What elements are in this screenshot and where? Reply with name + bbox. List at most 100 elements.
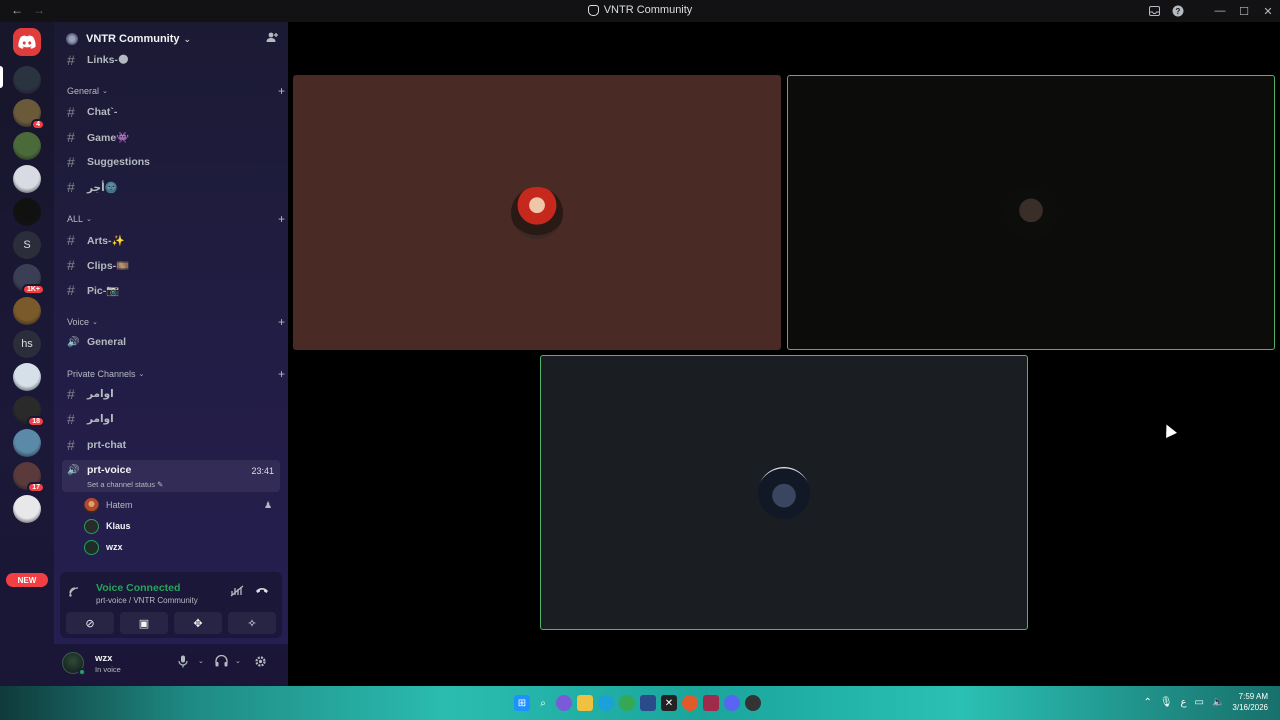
add-channel-icon[interactable]: + [278,315,285,329]
server-icon[interactable] [13,66,41,94]
window-title-group: VNTR Community [587,4,692,16]
maximize-button[interactable]: ☐ [1232,0,1256,22]
server-icon[interactable] [13,165,41,193]
channel-ajr[interactable]: # أجر🌚 [62,176,280,198]
chevron-down-icon[interactable]: ⌄ [235,657,241,665]
edge-icon[interactable] [598,695,614,711]
server-icon[interactable]: 4 [13,99,45,130]
avatar [84,539,99,555]
category-label: General [67,86,100,96]
channel-game[interactable]: # Game👾 [62,126,280,148]
channel-suggestions[interactable]: # Suggestions [62,151,280,173]
set-channel-status[interactable]: Set a channel status ✎ [87,480,163,489]
server-icon[interactable]: 17 [13,462,45,493]
add-channel-icon[interactable]: + [278,367,285,381]
channel-name: Chat`- [87,106,118,118]
close-button[interactable]: ✕ [1256,0,1280,22]
voice-channel-prt-voice[interactable]: 🔊 prt-voice 23:41 Set a channel status ✎ [62,460,280,492]
chevron-down-icon: ⌄ [92,319,98,326]
server-icon[interactable] [13,198,41,226]
server-icon[interactable] [13,297,41,325]
add-member-icon[interactable] [266,32,278,46]
user-name: Klaus [106,521,131,531]
app-icon[interactable] [703,695,719,711]
category-private[interactable]: Private Channels ⌄ + [67,367,285,381]
voice-channel-general[interactable]: 🔊 General [62,331,280,353]
server-icon[interactable] [13,132,41,160]
avatar [84,497,99,513]
signal-icon[interactable] [68,586,80,601]
forward-arrow-icon[interactable]: → [32,3,46,17]
headset-icon[interactable] [215,654,228,670]
app-icon[interactable] [745,695,761,711]
activities-button[interactable]: ✥ [174,612,222,634]
file-explorer-icon[interactable] [577,695,593,711]
participant-avatar [1005,186,1057,239]
discord-taskbar-icon[interactable] [724,695,740,711]
inbox-icon[interactable] [1142,0,1166,22]
channel-name: prt-chat [87,439,127,451]
category-label: Private Channels [67,369,136,379]
app-icon[interactable]: ✕ [661,695,677,711]
category-general[interactable]: General ⌄ + [67,84,285,98]
participant-tile-speaking[interactable] [787,75,1275,350]
hash-icon: # [67,179,75,195]
voice-user-klaus[interactable]: Klaus [84,517,131,535]
server-icon[interactable]: S [13,231,41,259]
server-icon[interactable] [13,429,41,457]
server-icon[interactable]: 18 [13,396,45,427]
microphone-icon[interactable] [178,655,188,671]
screen-share-button[interactable]: ▣ [120,612,168,634]
chevron-down-icon[interactable]: ⌄ [198,657,204,665]
voice-connected-subtitle[interactable]: prt-voice / VNTR Community [96,596,198,605]
channel-sidebar: VNTR Community ⌄ # Links-🌑 General ⌄ + #… [54,22,288,686]
voice-user-wzx[interactable]: wzx [84,538,123,556]
server-icon[interactable] [13,495,41,523]
server-icon[interactable]: hs [13,330,41,358]
clock[interactable]: 7:59 AM 3/16/2026 [1232,691,1268,713]
channel-awamer-2[interactable]: # اوامر [62,408,280,430]
user-name[interactable]: wzx [95,653,112,664]
add-channel-icon[interactable]: + [278,212,285,226]
search-icon[interactable]: ⌕ [535,695,551,711]
network-icon[interactable]: ▭ [1195,697,1204,708]
firefox-icon[interactable] [682,695,698,711]
voice-user-hatem[interactable]: Hatem ♟ [84,496,272,514]
server-icon[interactable] [13,363,41,391]
chrome-icon[interactable] [619,695,635,711]
discord-home-icon[interactable] [13,28,41,56]
noise-suppression-icon[interactable] [230,585,244,600]
voice-connected-title[interactable]: Voice Connected [96,582,180,594]
channel-name: أجر🌚 [87,181,118,194]
channel-pic[interactable]: # Pic-📷 [62,279,280,301]
voice-connected-panel: Voice Connected prt-voice / VNTR Communi… [60,572,282,638]
minimize-button[interactable]: — [1208,0,1232,22]
channel-chat[interactable]: # Chat`- [62,101,280,123]
disconnect-icon[interactable] [255,585,269,598]
category-voice[interactable]: Voice ⌄ + [67,315,285,329]
channel-links[interactable]: # Links-🌑 [62,49,280,71]
microphone-icon[interactable]: 🎙 [1160,697,1173,708]
channel-arts[interactable]: # Arts-✨ [62,229,280,251]
camera-off-button[interactable]: ⊘ [66,612,114,634]
language-indicator[interactable]: ع [1181,697,1187,708]
mention-badge: 18 [27,416,45,427]
participant-tile-speaking[interactable] [540,355,1028,630]
back-arrow-icon[interactable]: ← [10,3,24,17]
soundboard-button[interactable]: ✧ [228,612,276,634]
new-badge[interactable]: NEW [6,573,48,587]
gear-icon[interactable] [254,655,267,671]
windows-start-icon[interactable]: ⊞ [514,695,530,711]
chevron-up-icon[interactable]: ⌃ [1143,697,1151,708]
channel-clips[interactable]: # Clips-🎞️ [62,254,280,276]
participant-tile[interactable] [293,75,781,350]
app-icon[interactable] [640,695,656,711]
category-all[interactable]: ALL ⌄ + [67,212,285,226]
channel-prt-chat[interactable]: # prt-chat [62,434,280,456]
browser-icon[interactable] [556,695,572,711]
channel-awamer-1[interactable]: # اوامر [62,383,280,405]
help-icon[interactable]: ? [1166,0,1190,22]
server-icon[interactable]: 1K+ [13,264,45,295]
volume-icon[interactable]: 🔈 [1212,697,1224,708]
add-channel-icon[interactable]: + [278,84,285,98]
